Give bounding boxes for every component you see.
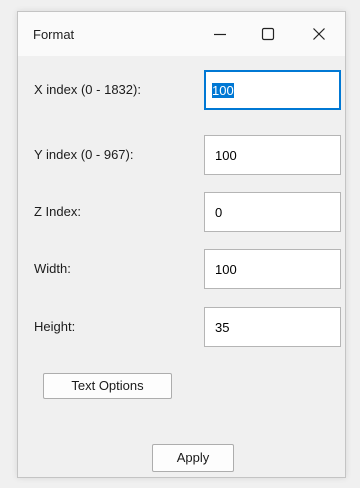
minimize-button[interactable] <box>198 12 242 56</box>
y-index-row: Y index (0 - 967): <box>18 135 345 175</box>
format-dialog: Format X index (0 - 1832): Y index (0 - … <box>17 11 346 478</box>
y-index-input[interactable] <box>204 135 341 175</box>
text-options-button[interactable]: Text Options <box>43 373 172 399</box>
width-row: Width: <box>18 249 345 289</box>
minimize-icon <box>214 33 226 36</box>
maximize-icon <box>261 27 275 41</box>
x-index-input[interactable] <box>204 70 341 110</box>
x-index-label: X index (0 - 1832): <box>34 82 141 97</box>
y-index-label: Y index (0 - 967): <box>34 147 134 162</box>
width-input[interactable] <box>204 249 341 289</box>
width-label: Width: <box>34 261 71 276</box>
z-index-label: Z Index: <box>34 204 81 219</box>
height-label: Height: <box>34 319 76 334</box>
z-index-input[interactable] <box>204 192 341 232</box>
close-icon <box>313 28 325 40</box>
close-button[interactable] <box>297 12 341 56</box>
window-title: Format <box>33 27 75 42</box>
height-input[interactable] <box>204 307 341 347</box>
height-row: Height: <box>18 307 345 347</box>
maximize-button[interactable] <box>246 12 290 56</box>
x-index-row: X index (0 - 1832): <box>18 70 345 110</box>
apply-button[interactable]: Apply <box>152 444 234 472</box>
title-bar[interactable]: Format <box>18 12 345 56</box>
z-index-row: Z Index: <box>18 192 345 232</box>
